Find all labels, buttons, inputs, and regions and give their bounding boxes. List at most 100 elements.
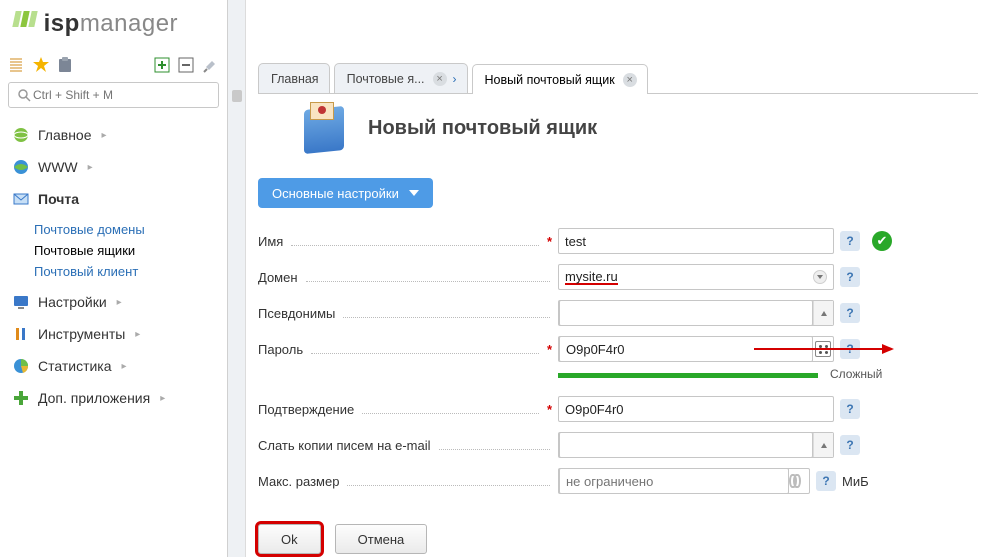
label-name: Имя <box>258 234 283 249</box>
required-mark: * <box>547 234 552 249</box>
nav-mail-domains[interactable]: Почтовые домены <box>34 222 219 237</box>
input-confirm[interactable] <box>558 396 834 422</box>
row-password-strength: Сложный <box>258 366 978 382</box>
nav-apps-label: Доп. приложения <box>38 390 150 406</box>
input-copies[interactable] <box>559 432 813 458</box>
drag-handle-icon <box>232 90 242 102</box>
nav-tools-label: Инструменты <box>38 326 125 342</box>
nav-main-label: Главное <box>38 127 92 143</box>
chevron-right-icon: › <box>453 72 457 86</box>
list-icon[interactable] <box>8 56 26 74</box>
arrow-hint-icon <box>754 342 894 356</box>
label-confirm: Подтверждение <box>258 402 354 417</box>
nav-mail-boxes[interactable]: Почтовые ящики <box>34 243 219 258</box>
input-copies-wrap <box>558 432 834 458</box>
clipboard-icon[interactable] <box>56 56 74 74</box>
input-aliases[interactable] <box>559 300 813 326</box>
logo: ispmanager <box>0 8 227 54</box>
required-mark: * <box>547 342 552 357</box>
select-domain[interactable]: mysite.ru <box>558 264 834 290</box>
piechart-icon <box>12 357 30 375</box>
chevron-right-icon: ▸ <box>102 130 107 141</box>
row-maxsize: Макс. размер ? МиБ <box>258 464 978 498</box>
tab-mailboxes-label: Почтовые я... <box>347 72 425 86</box>
pin-icon[interactable] <box>201 56 219 74</box>
help-icon[interactable]: ? <box>840 399 860 419</box>
input-maxsize[interactable] <box>559 468 789 494</box>
help-icon[interactable]: ? <box>816 471 836 491</box>
monitor-icon <box>12 293 30 311</box>
label-aliases: Псевдонимы <box>258 306 335 321</box>
tab-newmailbox-label: Новый почтовый ящик <box>485 73 615 87</box>
tab-home[interactable]: Главная <box>258 63 330 93</box>
input-maxsize-wrap <box>558 468 810 494</box>
password-strength-bar <box>558 373 818 378</box>
row-aliases: Псевдонимы ? <box>258 296 978 330</box>
chevron-right-icon: ▸ <box>135 329 140 340</box>
plus-icon[interactable] <box>153 56 171 74</box>
infinity-icon[interactable] <box>789 469 809 493</box>
close-icon[interactable]: × <box>623 73 637 87</box>
mail-icon <box>12 190 30 208</box>
help-icon[interactable]: ? <box>840 435 860 455</box>
chevron-right-icon: ▸ <box>117 297 122 308</box>
cancel-button[interactable]: Отмена <box>335 524 428 554</box>
search-input[interactable] <box>33 88 212 102</box>
chevron-right-icon: ▸ <box>160 393 165 404</box>
required-mark: * <box>547 402 552 417</box>
nav-stats[interactable]: Статистика ▸ <box>8 355 219 377</box>
input-name[interactable] <box>558 228 834 254</box>
nav-settings[interactable]: Настройки ▸ <box>8 291 219 313</box>
check-icon: ✔ <box>872 231 892 251</box>
mailbox-hero-icon <box>298 100 350 156</box>
tab-home-label: Главная <box>271 72 319 86</box>
nav-settings-label: Настройки <box>38 294 107 310</box>
row-domain: Домен mysite.ru ? <box>258 260 978 294</box>
minus-icon[interactable] <box>177 56 195 74</box>
ok-button[interactable]: Ok <box>258 524 321 554</box>
chevron-right-icon: ▸ <box>88 162 93 173</box>
input-aliases-wrap <box>558 300 834 326</box>
row-copies: Слать копии писем на e-mail ? <box>258 428 978 462</box>
main: Главная Почтовые я... × › Новый почтовый… <box>228 0 988 557</box>
page-header: Новый почтовый ящик <box>298 100 978 156</box>
nav-mail-client[interactable]: Почтовый клиент <box>34 264 219 279</box>
row-password: Пароль * ? <box>258 332 978 366</box>
expand-icon[interactable] <box>813 433 833 457</box>
section-toggle[interactable]: Основные настройки <box>258 178 433 208</box>
logo-bold: isp <box>44 10 80 37</box>
search-box[interactable] <box>8 82 219 108</box>
logo-icon <box>14 11 36 27</box>
plus-green-icon <box>12 389 30 407</box>
help-icon[interactable]: ? <box>840 231 860 251</box>
nav-www[interactable]: WWW ▸ <box>8 156 219 178</box>
search-icon <box>15 86 33 104</box>
tab-newmailbox[interactable]: Новый почтовый ящик × <box>472 64 648 94</box>
nav-mail-label: Почта <box>38 191 79 207</box>
maxsize-unit: МиБ <box>842 474 869 489</box>
tab-mailboxes[interactable]: Почтовые я... × › <box>334 63 468 93</box>
label-password: Пароль <box>258 342 303 357</box>
label-maxsize: Макс. размер <box>258 474 339 489</box>
select-domain-value: mysite.ru <box>565 270 618 285</box>
help-icon[interactable]: ? <box>840 267 860 287</box>
section-toggle-label: Основные настройки <box>272 186 399 201</box>
nav-www-label: WWW <box>38 159 78 175</box>
globe-icon <box>12 158 30 176</box>
sidebar-drag[interactable] <box>228 0 246 557</box>
password-strength-label: Сложный <box>830 367 882 381</box>
nav-main[interactable]: Главное ▸ <box>8 124 219 146</box>
close-icon[interactable]: × <box>433 72 447 86</box>
chevron-down-icon <box>813 270 827 284</box>
sidebar-toolbar <box>0 54 227 82</box>
chevron-right-icon: ▸ <box>122 361 127 372</box>
nav-mail[interactable]: Почта <box>8 188 219 210</box>
expand-icon[interactable] <box>813 301 833 325</box>
nav-stats-label: Статистика <box>38 358 112 374</box>
star-icon[interactable] <box>32 56 50 74</box>
tabbar: Главная Почтовые я... × › Новый почтовый… <box>258 62 978 94</box>
help-icon[interactable]: ? <box>840 303 860 323</box>
nav: Главное ▸ WWW ▸ Почта Почтовые домены По… <box>0 118 227 415</box>
nav-tools[interactable]: Инструменты ▸ <box>8 323 219 345</box>
nav-apps[interactable]: Доп. приложения ▸ <box>8 387 219 409</box>
